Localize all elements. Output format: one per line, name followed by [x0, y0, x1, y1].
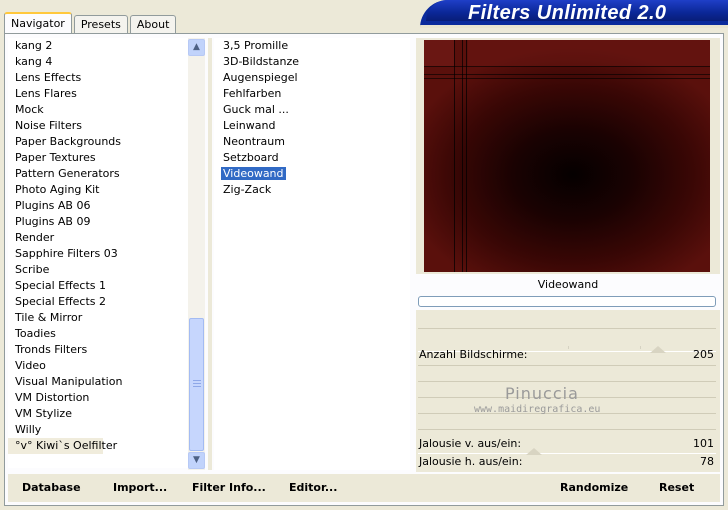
category-item[interactable]: Special Effects 2: [8, 294, 188, 310]
reset-button[interactable]: Reset: [659, 480, 694, 496]
tab-about[interactable]: About: [129, 15, 177, 34]
category-item[interactable]: Paper Textures: [8, 150, 188, 166]
app-title: Filters Unlimited 2.0: [468, 2, 667, 24]
param-divider: [418, 429, 716, 430]
database-button[interactable]: Database: [22, 480, 81, 496]
title-banner: Filters Unlimited 2.0: [420, 0, 728, 28]
filter-item-label: 3,5 Promille: [223, 39, 289, 52]
scroll-grip-line: [193, 380, 201, 381]
preview-line: [424, 78, 710, 79]
param-divider: [418, 328, 716, 329]
category-item[interactable]: Special Effects 1: [8, 278, 188, 294]
list-separator: [208, 38, 212, 470]
category-item[interactable]: Render: [8, 230, 188, 246]
scroll-thumb[interactable]: [189, 318, 204, 451]
category-item[interactable]: Scribe: [8, 262, 188, 278]
param-value[interactable]: 205: [693, 347, 714, 363]
filter-item[interactable]: 3D-Bildstanze: [214, 54, 410, 70]
param-value[interactable]: 78: [700, 454, 714, 470]
progress-bar: [418, 296, 716, 307]
preview-highlight: [424, 40, 454, 66]
category-item[interactable]: kang 2: [8, 38, 188, 54]
category-item[interactable]: Sapphire Filters 03: [8, 246, 188, 262]
filter-item-label: Augenspiegel: [223, 71, 298, 84]
filter-item-label: Setzboard: [223, 151, 279, 164]
category-item[interactable]: Plugins AB 09: [8, 214, 188, 230]
param-row-jalousie-h: Jalousie h. aus/ein: 78: [418, 454, 716, 470]
scroll-down-arrow-icon[interactable]: ▼: [188, 452, 205, 469]
category-item[interactable]: VM Stylize: [8, 406, 188, 422]
tab-presets[interactable]: Presets: [73, 15, 128, 34]
filter-item-label: Neontraum: [223, 135, 285, 148]
category-item[interactable]: kang 4: [8, 54, 188, 70]
filter-item-label: Guck mal ...: [223, 103, 289, 116]
param-label: Anzahl Bildschirme:: [419, 348, 528, 361]
filter-item[interactable]: Zig-Zack: [214, 182, 410, 198]
filter-item-label: 3D-Bildstanze: [223, 55, 299, 68]
preview-filter-name: Videowand: [537, 278, 599, 291]
preview-image: [424, 40, 710, 272]
scroll-grip-line: [193, 383, 201, 384]
preview-line: [424, 74, 710, 75]
filter-item-label: Videowand: [221, 167, 286, 180]
filter-info-button[interactable]: Filter Info...: [192, 480, 266, 496]
category-item[interactable]: Photo Aging Kit: [8, 182, 188, 198]
category-item[interactable]: Tronds Filters: [8, 342, 188, 358]
param-divider: [418, 381, 716, 382]
filter-item[interactable]: Neontraum: [214, 134, 410, 150]
filter-item-label: Fehlfarben: [223, 87, 282, 100]
param-row-anzahl: Anzahl Bildschirme: 205: [418, 347, 716, 363]
watermark-name: Pinuccia: [505, 384, 579, 403]
category-item[interactable]: Mock: [8, 102, 188, 118]
param-label: Jalousie h. aus/ein:: [419, 455, 523, 468]
preview-line: [424, 66, 710, 67]
filters-unlimited-dialog: Navigator Presets About Filters Unlimite…: [0, 0, 728, 510]
category-item[interactable]: VM Distortion: [8, 390, 188, 406]
editor-button[interactable]: Editor...: [289, 480, 337, 496]
category-item[interactable]: Lens Flares: [8, 86, 188, 102]
tab-bar: Navigator Presets About: [4, 12, 178, 34]
category-item[interactable]: Video: [8, 358, 188, 374]
scroll-grip-line: [193, 386, 201, 387]
category-item[interactable]: Toadies: [8, 326, 188, 342]
preview-highlight: [468, 40, 710, 66]
import-button[interactable]: Import...: [113, 480, 167, 496]
category-scrollbar[interactable]: ▲ ▼: [188, 38, 205, 470]
category-item[interactable]: Plugins AB 06: [8, 198, 188, 214]
filter-item[interactable]: Leinwand: [214, 118, 410, 134]
category-item[interactable]: Pattern Generators: [8, 166, 188, 182]
category-list[interactable]: kang 2 kang 4 Lens Effects Lens Flares Mock N…: [8, 38, 188, 468]
category-item[interactable]: Tile & Mirror: [8, 310, 188, 326]
randomize-button[interactable]: Randomize: [560, 480, 628, 496]
category-item[interactable]: Lens Effects: [8, 70, 188, 86]
filter-item[interactable]: Fehlfarben: [214, 86, 410, 102]
category-item[interactable]: Willy: [8, 422, 188, 438]
category-item[interactable]: Visual Manipulation: [8, 374, 188, 390]
filter-item[interactable]: 3,5 Promille: [214, 38, 410, 54]
filter-item[interactable]: Videowand: [214, 166, 410, 182]
filter-item-label: Leinwand: [223, 119, 276, 132]
filter-item[interactable]: Augenspiegel: [214, 70, 410, 86]
category-item[interactable]: Noise Filters: [8, 118, 188, 134]
filter-list[interactable]: 3,5 Promille 3D-Bildstanze Augenspiegel Feh…: [214, 38, 410, 470]
category-item[interactable]: °v° Kiwi`s Oelfilter: [8, 438, 117, 454]
watermark-url: www.maidiregrafica.eu: [474, 404, 601, 415]
filter-item-label: Zig-Zack: [223, 183, 272, 196]
category-item[interactable]: Paper Backgrounds: [8, 134, 188, 150]
filter-item[interactable]: Guck mal ...: [214, 102, 410, 118]
filter-item[interactable]: Setzboard: [214, 150, 410, 166]
param-divider: [418, 365, 716, 366]
scroll-up-arrow-icon[interactable]: ▲: [188, 39, 205, 56]
tab-navigator[interactable]: Navigator: [4, 12, 72, 34]
